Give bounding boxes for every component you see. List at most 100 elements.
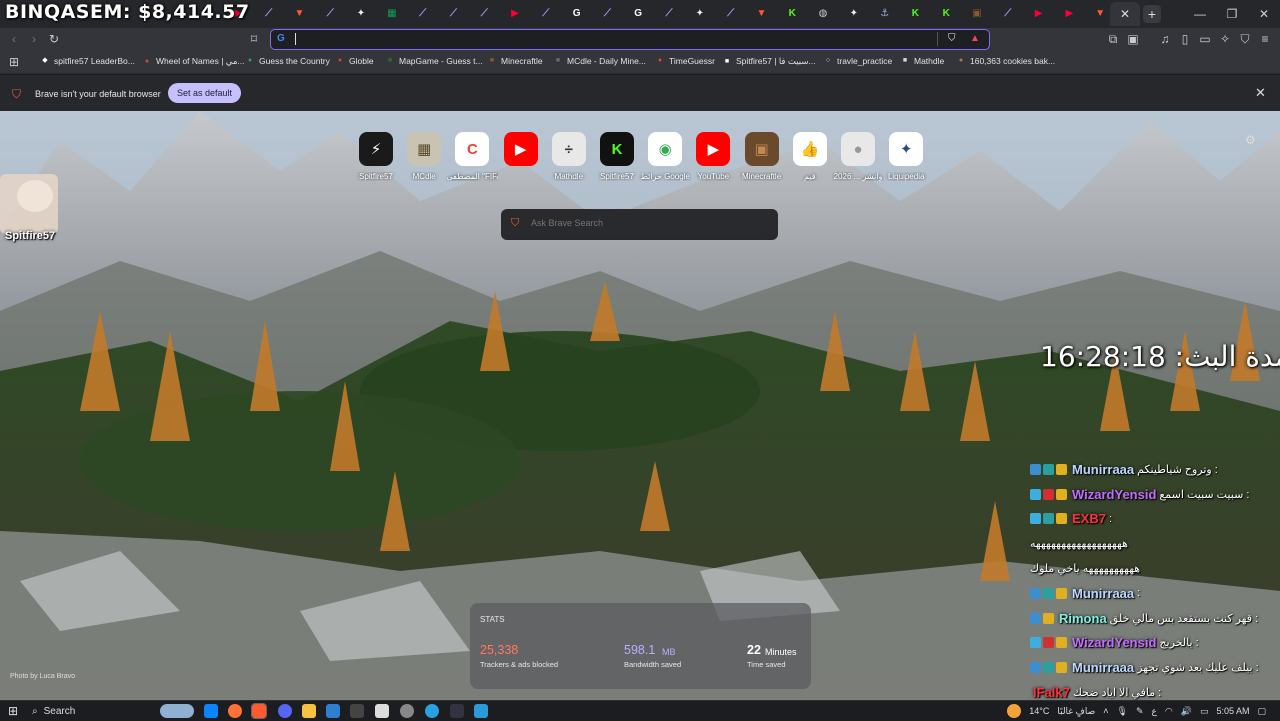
tab-kick-icon[interactable]: K bbox=[908, 6, 922, 20]
tab-kick-icon[interactable]: K bbox=[939, 6, 953, 20]
tab-globe-icon[interactable]: ◍ bbox=[816, 6, 830, 20]
copilot-icon[interactable] bbox=[204, 704, 218, 718]
music-icon[interactable]: ♫ bbox=[1157, 32, 1173, 46]
tab-brave-icon[interactable]: ▼ bbox=[754, 6, 768, 20]
new-tab-button[interactable]: + bbox=[1143, 5, 1161, 23]
tab-youtube-icon[interactable]: ▶ bbox=[1062, 6, 1076, 20]
tab-feather-icon[interactable]: ⟋ bbox=[1001, 6, 1015, 20]
notification-icon[interactable]: ▢ bbox=[1257, 706, 1266, 717]
close-tab-icon[interactable]: ✕ bbox=[1120, 7, 1130, 21]
wifi-icon[interactable]: ◠ bbox=[1165, 706, 1173, 717]
settings-taskbar-icon[interactable] bbox=[400, 704, 414, 718]
forward-icon[interactable]: › bbox=[26, 32, 42, 46]
top-site-tile[interactable]: ▣ Minecraftle bbox=[736, 132, 788, 181]
tab-sheets-icon[interactable]: ▦ bbox=[385, 6, 399, 20]
top-site-tile[interactable]: C المصطفى "FIFAe Worl... bbox=[446, 132, 498, 181]
tab-feather-icon[interactable]: ⟋ bbox=[262, 6, 276, 20]
tab-feather-icon[interactable]: ⟋ bbox=[600, 6, 614, 20]
brave-shields-icon[interactable]: ⛉ bbox=[948, 33, 956, 44]
tab-google-icon[interactable]: G bbox=[570, 6, 584, 20]
bookmark-item[interactable]: ● 160,363 cookies bak... bbox=[956, 56, 1055, 66]
chevron-up-icon[interactable]: ˄ bbox=[1103, 706, 1108, 716]
bookmark-item[interactable]: ■ Minecraftle bbox=[487, 56, 543, 66]
tab-brave-icon[interactable]: ▼ bbox=[1093, 6, 1107, 20]
top-site-tile[interactable]: K Spitfire57 bbox=[591, 132, 643, 181]
tab-notion-icon[interactable]: ✦ bbox=[847, 6, 861, 20]
obs-icon[interactable] bbox=[375, 704, 389, 718]
tab-youtube-icon[interactable]: ▶ bbox=[1032, 6, 1046, 20]
restore-icon[interactable]: ❐ bbox=[1216, 0, 1248, 28]
tab-notion-icon[interactable]: ✦ bbox=[693, 6, 707, 20]
tab-feather-icon[interactable]: ⟋ bbox=[724, 6, 738, 20]
address-bar[interactable]: G ⛉ ▲ bbox=[270, 29, 990, 50]
widgets-icon[interactable] bbox=[160, 704, 194, 718]
top-site-tile[interactable]: ▶ bbox=[495, 132, 547, 172]
bookmark-item[interactable]: ■ MapGame - Guess t... bbox=[385, 56, 483, 66]
file-explorer-icon[interactable] bbox=[302, 704, 316, 718]
screenshot-icon[interactable]: ▣ bbox=[1125, 32, 1141, 46]
tab-feather-icon[interactable]: ⟋ bbox=[446, 6, 460, 20]
vscode-icon[interactable] bbox=[326, 704, 340, 718]
bookmark-item[interactable]: ● Wheel of Names | مي... bbox=[142, 56, 245, 67]
taskbar-search[interactable]: ⌕ Search bbox=[26, 703, 166, 719]
search-box[interactable]: ⛉ bbox=[501, 209, 778, 240]
microphone-icon[interactable]: 🎙 bbox=[1117, 706, 1128, 717]
top-site-tile[interactable]: ▶ YouTube bbox=[687, 132, 739, 181]
minimize-icon[interactable]: — bbox=[1184, 0, 1216, 28]
top-site-tile[interactable]: ✦ Liquipedia bbox=[880, 132, 932, 181]
bookmark-item[interactable]: ● Guess the Country bbox=[245, 56, 330, 66]
top-site-tile[interactable]: ● 2026 ... وانشر bbox=[832, 132, 884, 181]
discord-icon[interactable] bbox=[278, 704, 292, 718]
search-input[interactable] bbox=[531, 218, 771, 228]
bookmark-icon[interactable]: ⌑ bbox=[246, 32, 262, 46]
tab-feather-icon[interactable]: ⟋ bbox=[477, 6, 491, 20]
edge-icon[interactable] bbox=[425, 704, 439, 718]
tab-brave-icon[interactable]: ▼ bbox=[292, 6, 306, 20]
tab-google-icon[interactable]: G bbox=[631, 6, 645, 20]
bookmark-item[interactable]: ■ MCdle - Daily Mine... bbox=[553, 56, 646, 66]
wallet-icon[interactable]: ▭ bbox=[1197, 32, 1213, 46]
leo-ai-icon[interactable]: ✧ bbox=[1217, 32, 1233, 46]
tab-minecraft-icon[interactable]: ▣ bbox=[970, 6, 984, 20]
tab-youtube-icon[interactable]: ▶ bbox=[508, 6, 522, 20]
set-default-button[interactable]: Set as default bbox=[168, 83, 242, 103]
bookmark-item[interactable]: ○ travle_practice bbox=[823, 56, 892, 66]
bookmark-item[interactable]: ◆ spitfire57 LeaderBo... bbox=[40, 56, 135, 66]
tab-anchor-icon[interactable]: ⚓ bbox=[878, 6, 892, 20]
top-site-tile[interactable]: ▦ MCdle bbox=[398, 132, 450, 181]
tab-feather-icon[interactable]: ⟋ bbox=[539, 6, 553, 20]
close-window-icon[interactable]: ✕ bbox=[1248, 0, 1280, 28]
vpn-icon[interactable]: ⛉ bbox=[1237, 32, 1253, 47]
top-site-tile[interactable]: ◉ خرائط Google bbox=[639, 132, 691, 181]
calculator-icon[interactable] bbox=[350, 704, 364, 718]
reload-icon[interactable]: ↻ bbox=[46, 32, 62, 46]
active-tab[interactable]: ✕ bbox=[1110, 2, 1140, 26]
telegram-icon[interactable] bbox=[474, 704, 488, 718]
bookmark-item[interactable]: ● TimeGuessr bbox=[655, 56, 715, 66]
customize-gear-icon[interactable]: ⚙ bbox=[1245, 133, 1256, 147]
top-site-tile[interactable]: ⚡ Spitfire57 bbox=[350, 132, 402, 181]
windows-start-icon[interactable]: ⊞ bbox=[8, 704, 18, 718]
tab-feather-icon[interactable]: ⟋ bbox=[323, 6, 337, 20]
tab-feather-icon[interactable]: ⟋ bbox=[662, 6, 676, 20]
tab-feather-icon[interactable]: ⟋ bbox=[416, 6, 430, 20]
apps-icon[interactable]: ⊞ bbox=[6, 55, 22, 69]
top-site-tile[interactable]: ÷ Mathdle bbox=[543, 132, 595, 181]
brave-taskbar-icon[interactable] bbox=[251, 703, 267, 719]
tab-kick-icon[interactable]: K bbox=[785, 6, 799, 20]
back-icon[interactable]: ‹ bbox=[6, 32, 22, 46]
top-site-tile[interactable]: 👍 قيم bbox=[784, 132, 836, 181]
volume-icon[interactable]: 🔊 bbox=[1181, 706, 1192, 717]
pen-icon[interactable]: ✎ bbox=[1136, 706, 1144, 717]
tab-notion-icon[interactable]: ✦ bbox=[354, 6, 368, 20]
close-infobar-icon[interactable]: ✕ bbox=[1255, 85, 1266, 101]
brave-rewards-icon[interactable]: ▲ bbox=[970, 33, 980, 44]
battery-icon[interactable]: ▭ bbox=[1200, 706, 1209, 717]
sidebar-icon[interactable]: ▯ bbox=[1177, 32, 1193, 46]
menu-icon[interactable]: ≡ bbox=[1257, 32, 1273, 46]
extensions-icon[interactable]: ⧉ bbox=[1105, 32, 1121, 47]
language-indicator[interactable]: ع bbox=[1151, 706, 1156, 717]
bookmark-item[interactable]: ■ Mathdle bbox=[900, 56, 944, 66]
app-icon[interactable] bbox=[450, 704, 464, 718]
bookmark-item[interactable]: ■ Spitfire57 | سبيت فا... bbox=[722, 56, 816, 67]
